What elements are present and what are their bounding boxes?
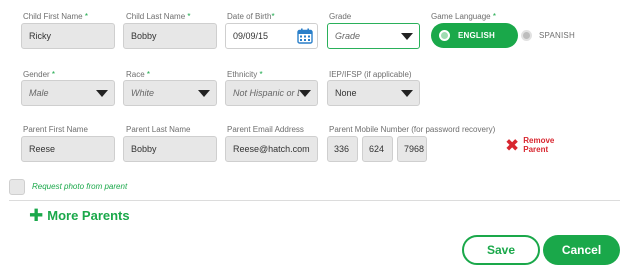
cancel-button[interactable]: Cancel: [543, 235, 620, 265]
parent-email-input[interactable]: Reese@hatch.com: [225, 136, 318, 162]
radio-spanish[interactable]: SPANISH: [521, 30, 575, 41]
calendar-icon[interactable]: [297, 28, 313, 44]
iep-label: IEP/IFSP (if applicable): [329, 70, 412, 79]
race-select[interactable]: White: [123, 80, 217, 106]
chevron-down-icon: [401, 90, 413, 97]
chevron-down-icon: [401, 33, 413, 40]
dob-label: Date of Birth*: [227, 12, 275, 21]
radio-unselected-icon: [521, 30, 532, 41]
more-parents-button[interactable]: ✚ More Parents: [29, 207, 130, 224]
parent-mobile-line-input[interactable]: 7968: [397, 136, 427, 162]
dob-input[interactable]: 09/09/15: [225, 23, 318, 49]
grade-label: Grade: [329, 12, 352, 21]
first-name-label: Child First Name *: [23, 12, 88, 21]
parent-mobile-prefix-input[interactable]: 624: [362, 136, 393, 162]
radio-selected-icon: [439, 30, 450, 41]
grade-value: Grade: [335, 31, 361, 41]
radio-english[interactable]: ENGLISH: [431, 23, 518, 48]
game-language-label: Game Language *: [431, 12, 496, 21]
gender-label: Gender *: [23, 70, 56, 79]
chevron-down-icon: [198, 90, 210, 97]
request-photo-label[interactable]: Request photo from parent: [32, 182, 127, 191]
dob-value: 09/09/15: [233, 31, 269, 41]
child-first-name-input[interactable]: Ricky: [21, 23, 115, 49]
save-button[interactable]: Save: [462, 235, 540, 265]
more-parents-label: More Parents: [47, 208, 130, 223]
parent-mobile-area-input[interactable]: 336: [327, 136, 358, 162]
parent-mobile-label: Parent Mobile Number (for password recov…: [329, 125, 496, 134]
section-divider: [9, 200, 620, 201]
remove-parent-line1: Remove: [523, 136, 555, 145]
grade-select[interactable]: Grade: [327, 23, 420, 49]
chevron-down-icon: [96, 90, 108, 97]
race-label: Race *: [126, 70, 151, 79]
race-value: White: [131, 88, 155, 98]
parent-last-name-label: Parent Last Name: [126, 125, 191, 134]
gender-value: Male: [29, 88, 49, 98]
request-photo-checkbox[interactable]: [9, 179, 25, 195]
iep-select[interactable]: None: [327, 80, 420, 106]
chevron-down-icon: [299, 90, 311, 97]
parent-first-name-label: Parent First Name: [23, 125, 88, 134]
child-last-name-input[interactable]: Bobby: [123, 23, 217, 49]
ethnicity-label: Ethnicity *: [227, 70, 263, 79]
parent-last-name-input[interactable]: Bobby: [123, 136, 217, 162]
iep-value: None: [335, 88, 357, 98]
last-name-label: Child Last Name *: [126, 12, 191, 21]
ethnicity-select[interactable]: Not Hispanic or Lat: [225, 80, 318, 106]
remove-parent-line2: Parent: [523, 145, 549, 154]
parent-first-name-input[interactable]: Reese: [21, 136, 115, 162]
gender-select[interactable]: Male: [21, 80, 115, 106]
radio-spanish-label: SPANISH: [539, 31, 575, 40]
remove-parent-button[interactable]: ✖ Remove Parent: [505, 136, 554, 154]
parent-email-label: Parent Email Address: [227, 125, 304, 134]
plus-icon: ✚: [29, 206, 44, 225]
close-x-icon: ✖: [505, 135, 520, 155]
radio-english-label: ENGLISH: [458, 31, 495, 40]
